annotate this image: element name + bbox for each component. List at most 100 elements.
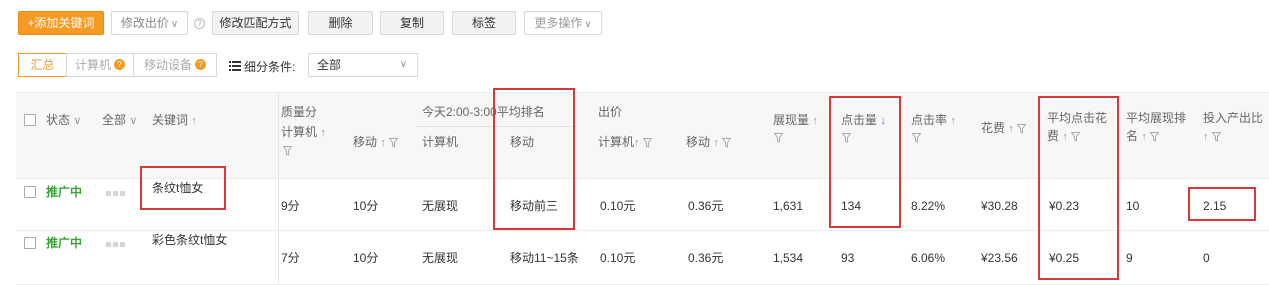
header-bid-mobile-label: 移动 [686, 135, 711, 149]
chevron-down-icon: ∨ [399, 59, 407, 70]
bid-mobile-cell[interactable]: 0.36元 [688, 250, 723, 266]
keyword-cell[interactable]: 条纹t恤女 [152, 180, 203, 196]
header-ctr[interactable]: 点击率 ↑ [911, 112, 956, 129]
select-all-checkbox[interactable] [24, 114, 36, 126]
rank-pc-cell: 无展现 [422, 251, 459, 265]
tag-label: 标签 [471, 16, 496, 30]
avg-cpc-cell: ¥0.25 [1049, 251, 1080, 265]
avg-rank-cell: 9 [1126, 251, 1133, 265]
header-all[interactable]: 全部 ∨ [102, 112, 137, 129]
header-clicks-label: 点击量 [841, 113, 878, 127]
header-cost[interactable]: 花费 ↑ [981, 120, 1027, 137]
more-ops-dropdown[interactable]: 更多操作 ∨ [524, 11, 602, 35]
status-indicator [106, 184, 127, 200]
filter-icon[interactable] [1071, 131, 1081, 142]
tab-summary-label: 汇总 [30, 58, 55, 72]
filter-icon[interactable] [773, 132, 784, 146]
header-avg-cpc-label: 平均点击花 [1047, 111, 1108, 125]
filter-icon[interactable] [389, 137, 399, 148]
copy-button[interactable]: 复制 [380, 11, 444, 35]
row-checkbox[interactable] [24, 237, 36, 249]
tab-summary[interactable]: 汇总 [18, 53, 67, 77]
header-cost-label: 花费 [981, 121, 1006, 135]
sort-down-icon: ↓ [880, 115, 886, 127]
header-bid-pc[interactable]: 计算机↑ [598, 134, 652, 151]
modify-bid-label: 修改出价 [120, 16, 169, 30]
sort-up-icon: ↑ [1062, 131, 1068, 143]
sort-up-icon: ↑ [713, 137, 719, 149]
header-avg-rank-line2[interactable]: 名 ↑ [1126, 128, 1160, 145]
filter-icon[interactable] [722, 137, 732, 148]
header-status-label: 状态 [46, 113, 71, 127]
filter-icon[interactable] [1211, 131, 1221, 142]
filter-select-value: 全部 [317, 58, 342, 72]
help-icon: ? [114, 59, 125, 71]
sort-up-icon: ↑ [950, 115, 956, 127]
filter-icon[interactable] [1017, 123, 1027, 134]
header-impressions-label: 展现量 [773, 113, 810, 127]
status-indicator [106, 235, 127, 251]
header-all-label: 全部 [102, 113, 127, 127]
header-avg-cpc-line2[interactable]: 费 ↑ [1047, 128, 1081, 145]
header-clicks[interactable]: 点击量 ↓ [841, 112, 886, 129]
bid-pc-cell[interactable]: 0.10元 [600, 198, 635, 214]
tab-mobile-label: 移动设备 [143, 58, 192, 72]
cost-cell: ¥23.56 [981, 251, 1018, 265]
tag-button[interactable]: 标签 [452, 11, 516, 35]
header-quality-mobile-label: 移动 [353, 135, 378, 149]
help-icon[interactable]: ? [194, 18, 205, 29]
sort-up-icon: ↑ [380, 137, 386, 149]
filter-icon[interactable] [911, 132, 922, 146]
sort-up-icon: ↑ [320, 127, 326, 139]
quality-pc-cell: 9分 [281, 199, 300, 213]
filter-icon[interactable] [1150, 131, 1160, 142]
header-rank-mobile: 移动 [510, 135, 535, 149]
modify-match-button[interactable]: 修改匹配方式 [212, 11, 299, 35]
bid-mobile-cell[interactable]: 0.36元 [688, 198, 723, 214]
header-keyword-label: 关键词 [152, 113, 189, 127]
header-keyword[interactable]: 关键词 ↑ [152, 112, 197, 129]
header-avg-cpc[interactable]: 平均点击花 [1047, 110, 1107, 126]
filter-icon[interactable] [642, 137, 652, 148]
header-avg-cpc-label-2: 费 [1047, 129, 1060, 143]
roi-cell: 0 [1203, 251, 1210, 265]
header-status[interactable]: 状态 ∨ [46, 112, 81, 129]
delete-button[interactable]: 删除 [308, 11, 373, 35]
filter-select[interactable]: 全部 ∨ [308, 53, 418, 77]
header-impressions[interactable]: 展现量 ↑ [773, 112, 818, 129]
header-quality-pc-label: 计算机 [281, 125, 318, 139]
add-keyword-button[interactable]: +添加关键词 [18, 11, 104, 35]
header-quality-pc[interactable]: 计算机 ↑ [281, 124, 326, 141]
tab-mobile[interactable]: 移动设备? [133, 53, 217, 77]
clicks-cell: 134 [841, 199, 862, 213]
cost-cell: ¥30.28 [981, 199, 1018, 213]
more-ops-label: 更多操作 [534, 16, 583, 30]
header-rank-group: 今天2:00-3:00平均排名 [422, 105, 545, 119]
sort-up-icon: ↑ [1008, 123, 1014, 135]
quality-pc-cell: 7分 [281, 251, 300, 265]
header-avg-rank-label: 平均展现排 [1126, 111, 1187, 125]
sort-up-icon: ↑ [634, 137, 640, 149]
ctr-cell: 6.06% [911, 251, 946, 265]
header-quality-mobile[interactable]: 移动 ↑ [353, 134, 399, 151]
header-roi-line2[interactable]: ↑ [1203, 128, 1221, 145]
sort-up-icon: ↑ [812, 115, 818, 127]
sort-up-icon: ↑ [1203, 131, 1209, 143]
modify-bid-dropdown[interactable]: 修改出价 ∨ [111, 11, 188, 35]
row-divider [16, 230, 1269, 231]
tab-computer[interactable]: 计算机? [66, 53, 134, 77]
header-avg-rank-label-2: 名 [1126, 129, 1139, 143]
add-keyword-label: +添加关键词 [27, 16, 95, 30]
header-roi[interactable]: 投入产出比 [1203, 110, 1263, 126]
filter-icon[interactable] [282, 145, 293, 159]
keyword-cell[interactable]: 彩色条纹t恤女 [152, 232, 227, 248]
bid-pc-cell[interactable]: 0.10元 [600, 250, 635, 266]
header-bid-mobile[interactable]: 移动 ↑ [686, 134, 732, 151]
header-avg-rank[interactable]: 平均展现排 [1126, 110, 1186, 126]
column-divider [278, 92, 279, 285]
row-checkbox[interactable] [24, 186, 36, 198]
filter-icon[interactable] [841, 132, 852, 146]
header-ctr-label: 点击率 [911, 113, 948, 127]
rank-mobile-cell: 移动前三 [510, 199, 559, 213]
chevron-down-icon: ∨ [170, 19, 179, 30]
